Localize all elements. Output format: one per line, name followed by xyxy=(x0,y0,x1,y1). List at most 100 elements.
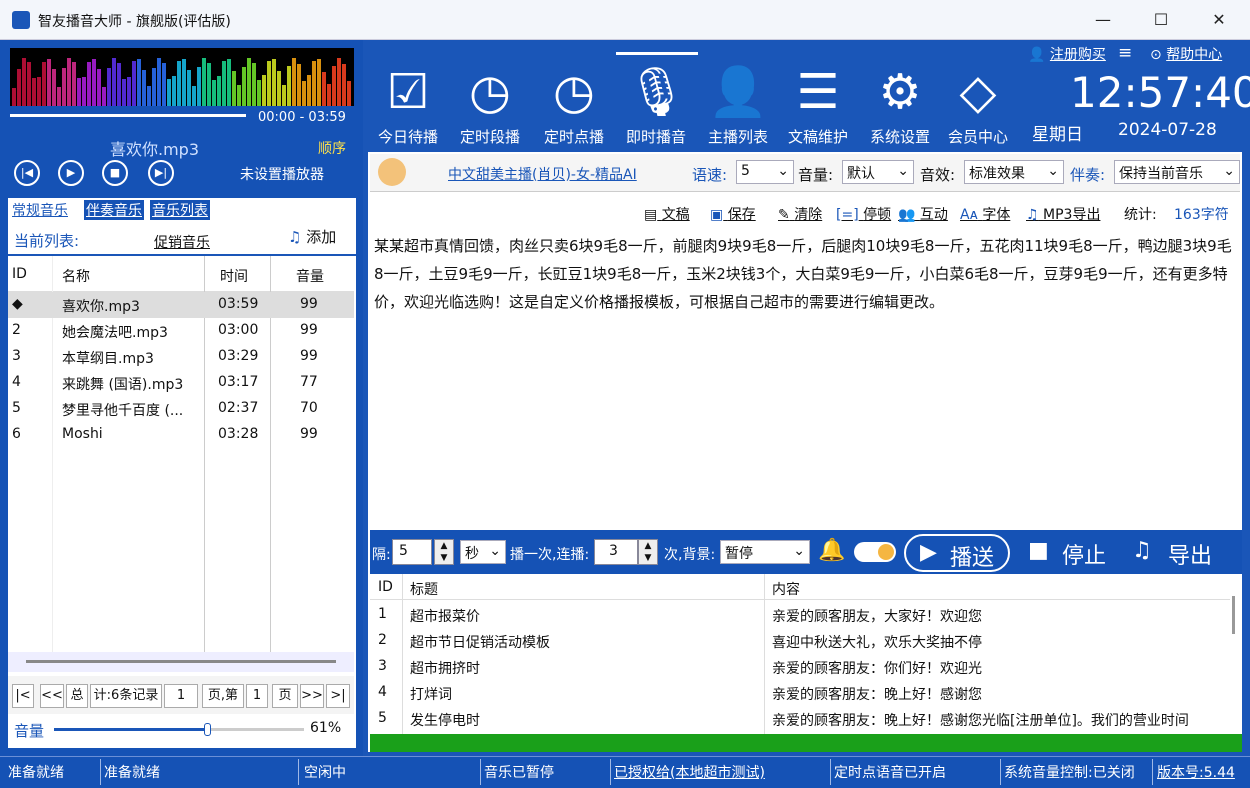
bell-toggle[interactable] xyxy=(854,542,896,562)
toolbar-7[interactable]: ⚙ 系统设置 xyxy=(860,62,940,147)
col-volume: 音量 xyxy=(296,269,324,285)
tab-regular-music[interactable]: 常规音乐 xyxy=(12,200,68,220)
interval-input[interactable]: 5 xyxy=(392,539,432,565)
volume-select[interactable]: 默认 ⌄ xyxy=(842,160,914,184)
toolbar-label: 今日待播 xyxy=(377,128,438,146)
toolbar-5[interactable]: 👤 主播列表 xyxy=(698,62,778,147)
play-button[interactable]: ▶ 播送 xyxy=(904,534,1010,572)
toolbar-label: 主播列表 xyxy=(707,128,768,146)
table-row[interactable]: 6 Moshi 03:28 99 xyxy=(8,422,354,448)
cell: 亲爱的顾客朋友：你们好！欢迎光 xyxy=(772,661,982,677)
person-icon: 👤 xyxy=(1028,47,1046,63)
cell: Moshi xyxy=(62,426,103,442)
toolbar-label: 定时段播 xyxy=(459,128,520,146)
export-button[interactable]: ♫ 导出 xyxy=(1132,536,1232,570)
table-row[interactable]: ◆ 喜欢你.mp3 03:59 99 xyxy=(8,292,354,318)
pause-button[interactable]: [=] 停顿 xyxy=(836,204,891,224)
cell: 亲爱的顾客朋友，大家好！欢迎您 xyxy=(772,609,982,625)
pager-next[interactable]: >> xyxy=(300,684,324,708)
cell: 99 xyxy=(300,348,318,364)
table-row[interactable]: 5 梦里寻他千百度 (... 02:37 70 xyxy=(8,396,354,422)
table-row[interactable]: 3 本草纲目.mp3 03:29 99 xyxy=(8,344,354,370)
register-link[interactable]: 👤 注册购买 xyxy=(1028,44,1106,64)
help-link[interactable]: ⊙ 帮助中心 xyxy=(1150,44,1222,64)
interact-button[interactable]: 👥 互动 xyxy=(898,204,948,224)
toolbar-8[interactable]: ◇ 会员中心 xyxy=(938,62,1018,147)
bell-icon[interactable]: 🔔 xyxy=(818,538,845,563)
anchor-name[interactable]: 中文甜美主播(肖贝)-女-精品AI xyxy=(448,164,637,184)
minimize-button[interactable]: — xyxy=(1074,0,1132,40)
table-row[interactable]: 4 打烊词 亲爱的顾客朋友：晚上好！感谢您 xyxy=(370,680,1230,706)
times-label: 次,背景: xyxy=(664,547,716,563)
save-button[interactable]: ▣ 保存 xyxy=(710,204,756,224)
status-2: 准备就绪 xyxy=(104,765,160,781)
clock-icon: ◷ xyxy=(553,64,595,120)
tab-music-list[interactable]: 音乐列表 xyxy=(150,200,210,220)
mp3-export-button[interactable]: ♫ MP3导出 xyxy=(1026,204,1100,224)
toolbar-3[interactable]: ◷ 定时点播 xyxy=(534,62,614,147)
checklist-icon: ☑ xyxy=(386,64,430,120)
cell: 6 xyxy=(12,426,21,442)
table-row[interactable]: 4 来跳舞 (国语).mp3 03:17 77 xyxy=(8,370,354,396)
clear-button[interactable]: ✎ 清除 xyxy=(778,204,822,224)
status-7: 系统音量控制:已关闭 xyxy=(1004,765,1135,781)
speed-select[interactable]: 5 ⌄ xyxy=(736,160,794,184)
table-row[interactable]: 3 超市拥挤时 亲爱的顾客朋友：你们好！欢迎光 xyxy=(370,654,1230,680)
cell: 3 xyxy=(378,658,387,674)
maximize-button[interactable]: ☐ xyxy=(1132,0,1190,40)
pager-last[interactable]: >| xyxy=(326,684,350,708)
table-row[interactable]: 1 超市报菜价 亲爱的顾客朋友，大家好！欢迎您 xyxy=(370,602,1230,628)
status-version[interactable]: 版本号:5.44 xyxy=(1157,762,1235,782)
font-button[interactable]: Aᴀ 字体 xyxy=(960,204,1010,224)
toolbar-label: 会员中心 xyxy=(947,128,1008,146)
pager-first[interactable]: |< xyxy=(12,684,34,708)
pager-page2[interactable]: 1 xyxy=(246,684,268,708)
cell: 99 xyxy=(300,296,318,312)
cell: 4 xyxy=(12,374,21,390)
tab-accompaniment[interactable]: 伴奏音乐 xyxy=(84,200,144,220)
vertical-scrollbar[interactable] xyxy=(1232,596,1235,634)
progress-bar[interactable] xyxy=(10,114,246,117)
menu-icon[interactable]: ≡ xyxy=(1118,43,1132,63)
stop-button[interactable]: ■ 停止 xyxy=(1028,536,1118,570)
table-row[interactable]: 2 她会魔法吧.mp3 03:00 99 xyxy=(8,318,354,344)
toolbar-label: 系统设置 xyxy=(869,128,930,146)
table-row[interactable]: 5 发生停电时 亲爱的顾客朋友：晚上好！感谢您光临[注册单位]。我们的营业时间 xyxy=(370,706,1230,732)
cell: 3 xyxy=(12,348,21,364)
close-button[interactable]: ✕ xyxy=(1190,0,1248,40)
unit-select[interactable]: 秒 ⌄ xyxy=(460,540,506,564)
no-player-label[interactable]: 未设置播放器 xyxy=(240,164,324,184)
doc-button[interactable]: ▤ 文稿 xyxy=(644,204,690,224)
table-row[interactable]: 2 超市节日促销活动模板 喜迎中秋送大礼，欢乐大奖抽不停 xyxy=(370,628,1230,654)
pager-page1[interactable]: 1 xyxy=(164,684,198,708)
play-order[interactable]: 顺序 xyxy=(318,138,346,158)
toolbar-4[interactable]: 🎙 即时播音 xyxy=(616,62,696,147)
pause-icon: [=] xyxy=(836,207,859,223)
cell: 超市节日促销活动模板 xyxy=(410,635,550,651)
repeat-stepper[interactable]: ▲ ▼ xyxy=(638,539,658,565)
next-icon[interactable]: ▶| xyxy=(148,160,174,186)
add-button[interactable]: ♫ 添加 xyxy=(288,226,336,247)
accomp-select[interactable]: 保持当前音乐 ⌄ xyxy=(1114,160,1240,184)
horizontal-scrollbar[interactable] xyxy=(26,660,336,663)
stop-icon[interactable]: ■ xyxy=(102,160,128,186)
play-icon[interactable]: ▶ xyxy=(58,160,84,186)
previous-icon[interactable]: |◀ xyxy=(14,160,40,186)
pager-prev[interactable]: << xyxy=(40,684,64,708)
play-time: 00:00 - 03:59 xyxy=(258,110,346,125)
cell: 梦里寻他千百度 (... xyxy=(62,403,184,419)
script-editor[interactable]: 某某超市真情回馈，肉丝只卖6块9毛8一斤，前腿肉9块9毛8一斤，后腿肉10块9毛… xyxy=(374,232,1236,316)
font-icon: Aᴀ xyxy=(960,207,978,223)
toolbar-2[interactable]: ◷ 定时段播 xyxy=(450,62,530,147)
volume-slider[interactable] xyxy=(54,723,304,736)
current-list-name[interactable]: 促销音乐 xyxy=(154,232,210,252)
repeat-input[interactable]: 3 xyxy=(594,539,638,565)
toolbar-6[interactable]: ☰ 文稿维护 xyxy=(778,62,858,147)
status-license[interactable]: 已授权给(本地超市测试) xyxy=(614,762,765,782)
program-table: ID 标题 内容 1 超市报菜价 亲爱的顾客朋友，大家好！欢迎您 2 超市节日促销活动模… xyxy=(370,574,1242,734)
progress-green-bar xyxy=(370,734,1242,752)
effect-select[interactable]: 标准效果 ⌄ xyxy=(964,160,1064,184)
interval-stepper[interactable]: ▲ ▼ xyxy=(434,539,454,565)
toolbar-1[interactable]: ☑ 今日待播 xyxy=(368,62,448,147)
background-select[interactable]: 暂停 ⌄ xyxy=(720,540,810,564)
